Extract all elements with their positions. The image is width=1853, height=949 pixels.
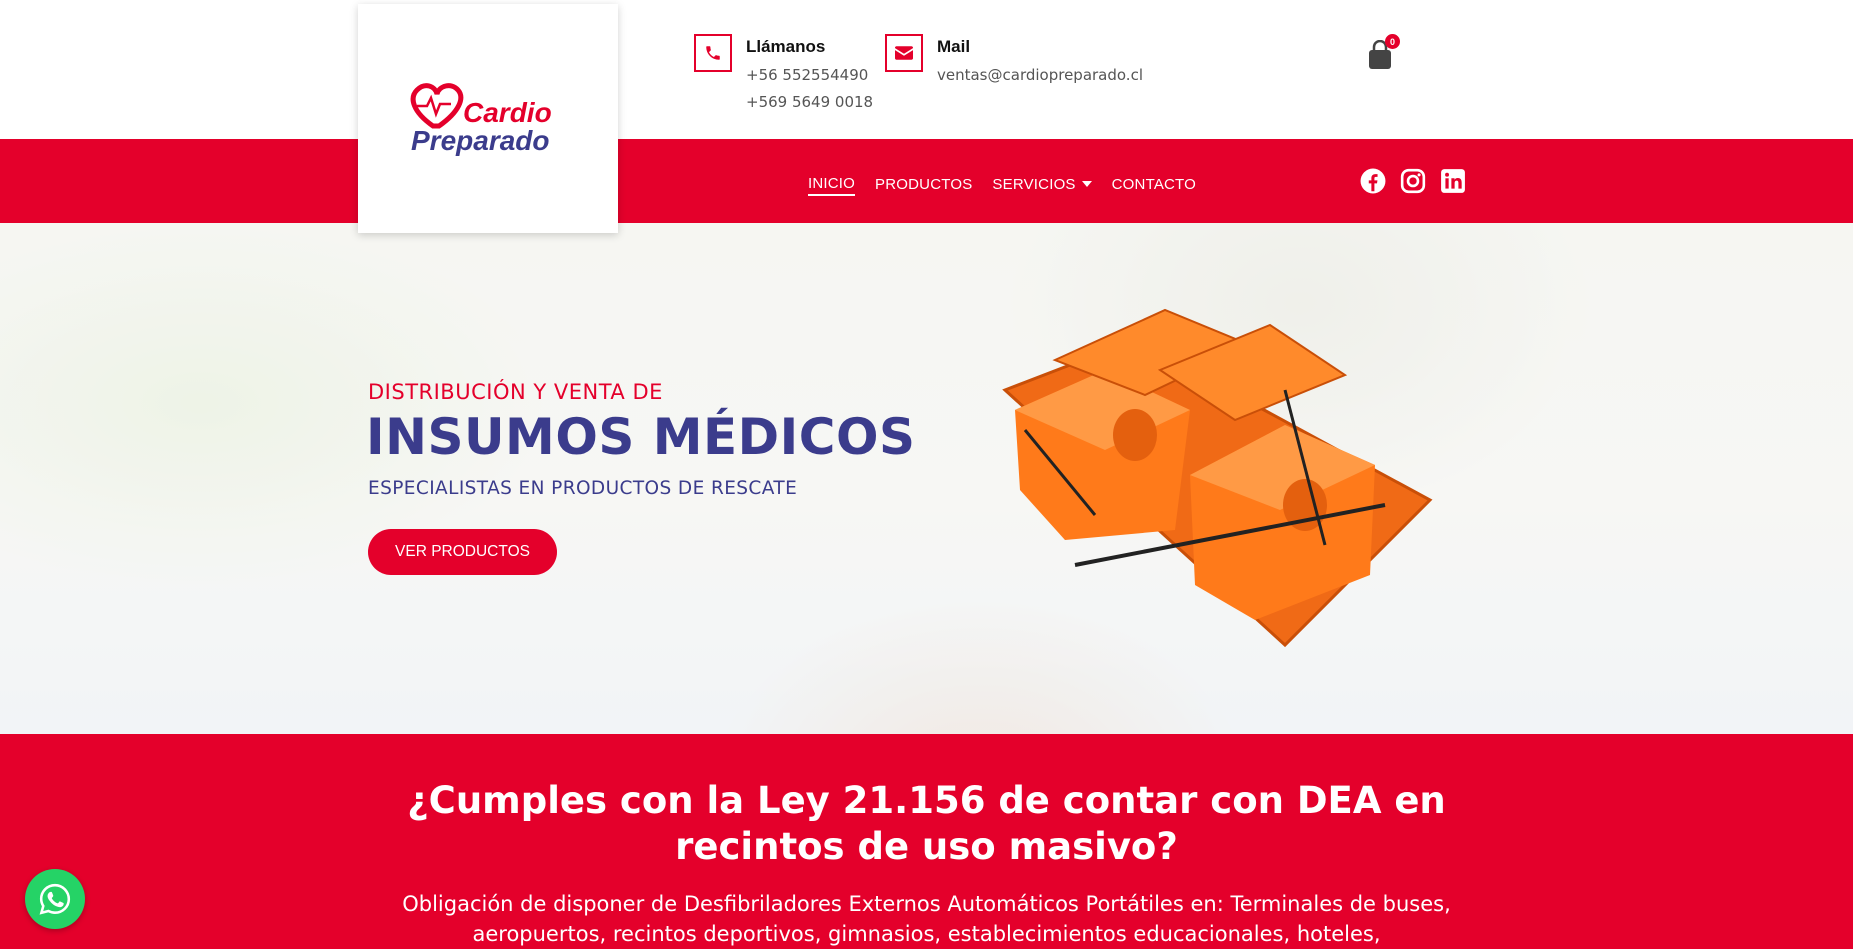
mail-title: Mail: [937, 37, 971, 56]
logo-word-cardio: Cardio: [463, 97, 552, 128]
phone-icon[interactable]: [694, 34, 732, 72]
nav-item-productos[interactable]: PRODUCTOS: [875, 172, 972, 196]
caret-down-icon: [1081, 181, 1092, 187]
social-links: [1360, 168, 1466, 194]
mail-contact: Mail ventas@cardiopreparado.cl: [885, 34, 1143, 84]
nav-item-contacto[interactable]: CONTACTO: [1112, 172, 1196, 196]
hero-background: [0, 223, 1853, 734]
nav-item-label: CONTACTO: [1111, 175, 1197, 193]
hero-pre-title: DISTRIBUCIÓN Y VENTA DE: [368, 380, 663, 404]
view-products-button[interactable]: VER PRODUCTOS: [368, 529, 557, 575]
page: Cardio Preparado Llámanos +56 552554490 …: [0, 0, 1853, 949]
envelope-icon[interactable]: [885, 34, 923, 72]
hero-title: INSUMOS MÉDICOS: [366, 408, 916, 466]
mail-address[interactable]: ventas@cardiopreparado.cl: [937, 67, 1143, 84]
phone-number-2[interactable]: +569 5649 0018: [746, 94, 873, 111]
law-description: Obligación de disponer de Desfibriladore…: [402, 892, 1451, 946]
cardio-preparado-logo: Cardio Preparado: [410, 82, 552, 156]
nav-item-servicios[interactable]: SERVICIOS: [992, 172, 1092, 196]
facebook-icon[interactable]: [1360, 168, 1386, 194]
phone-title: Llámanos: [746, 37, 826, 56]
linkedin-icon[interactable]: [1440, 168, 1466, 194]
law-title: ¿Cumples con la Ley 21.156 de contar con…: [407, 779, 1446, 868]
logo-word-preparado: Preparado: [411, 125, 550, 156]
nav-item-label: INICIO: [808, 174, 856, 192]
hero-section: [0, 223, 1853, 734]
nav-item-inicio[interactable]: INICIO: [808, 172, 856, 196]
whatsapp-icon: [39, 883, 71, 915]
nav-menu: INICIO PRODUCTOS SERVICIOS CONTACTO: [808, 172, 1196, 196]
nav-item-label: SERVICIOS: [992, 175, 1076, 193]
nav-item-label: PRODUCTOS: [875, 175, 973, 193]
phone-number-1[interactable]: +56 552554490: [746, 67, 873, 84]
site-logo[interactable]: Cardio Preparado: [358, 4, 618, 233]
hero-subtitle: ESPECIALISTAS EN PRODUCTOS DE RESCATE: [368, 478, 798, 499]
whatsapp-button[interactable]: [25, 869, 85, 929]
cart-count-badge: 0: [1385, 34, 1400, 49]
phone-contact: Llámanos +56 552554490 +569 5649 0018: [694, 34, 873, 111]
instagram-icon[interactable]: [1400, 168, 1426, 194]
orange-head-immobilizer-image: [1002, 308, 1433, 648]
